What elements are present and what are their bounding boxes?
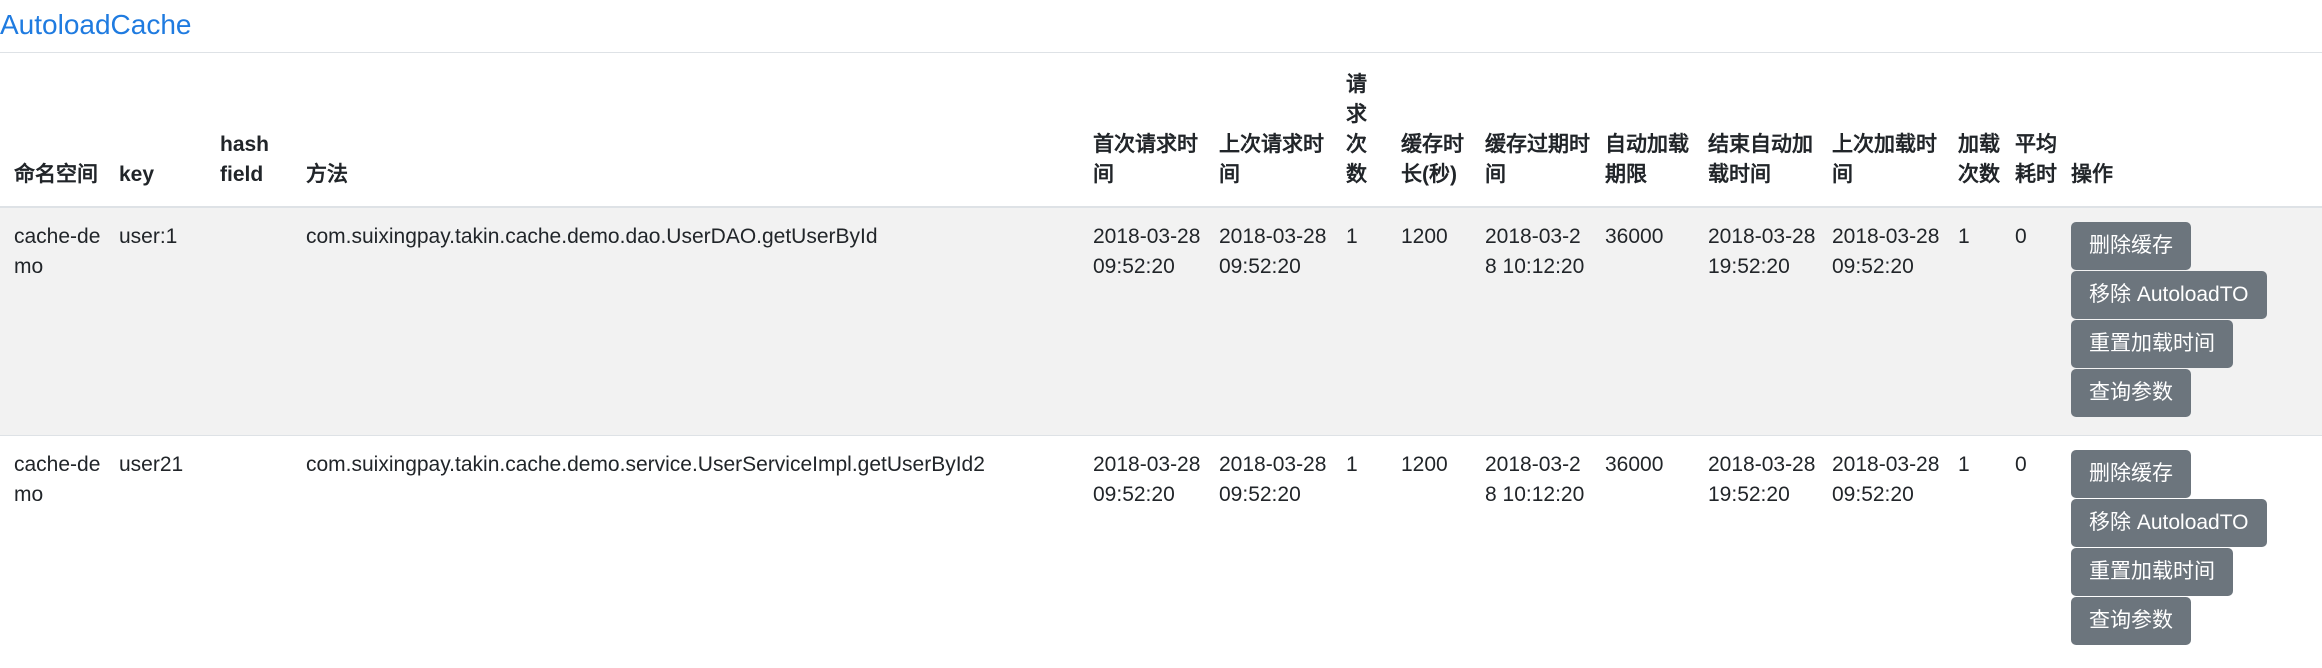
col-header-actions: 操作 bbox=[2057, 53, 2322, 208]
cell-method: com.suixingpay.takin.cache.demo.dao.User… bbox=[292, 206, 1079, 435]
cell-request-count: 1 bbox=[1332, 206, 1387, 435]
col-header-autoload-end-time: 结束自动加载时间 bbox=[1694, 53, 1818, 208]
col-header-label: 命名空间 bbox=[14, 163, 98, 186]
col-header-label: 结束自动加载时间 bbox=[1708, 133, 1813, 186]
cell-first-request-time: 2018-03-28 09:52:20 bbox=[1079, 206, 1205, 435]
query-params-button[interactable]: 查询参数 bbox=[2071, 369, 2191, 417]
col-header-expire-time: 缓存过期时间 bbox=[1471, 53, 1591, 208]
table-row: cache-demo user:1 com.suixingpay.takin.c… bbox=[0, 206, 2322, 435]
cell-hash-field bbox=[206, 206, 292, 435]
cell-method: com.suixingpay.takin.cache.demo.service.… bbox=[292, 434, 1079, 665]
col-header-autoload-period: 自动加载期限 bbox=[1591, 53, 1694, 208]
cell-autoload-period: 36000 bbox=[1591, 434, 1694, 665]
brand-link[interactable]: AutoloadCache bbox=[0, 8, 191, 42]
remove-autoloadto-button[interactable]: 移除 AutoloadTO bbox=[2071, 498, 2267, 547]
col-header-load-count: 加载次数 bbox=[1944, 53, 2001, 208]
delete-cache-button[interactable]: 删除缓存 bbox=[2071, 449, 2191, 498]
cell-request-count: 1 bbox=[1332, 434, 1387, 665]
col-header-label: 操作 bbox=[2071, 163, 2113, 186]
cell-avg-time: 0 bbox=[2001, 434, 2057, 665]
cell-cache-duration: 1200 bbox=[1387, 434, 1471, 665]
action-buttons: 删除缓存 移除 AutoloadTO 重置加载时间 查询参数 bbox=[2071, 449, 2322, 646]
cell-expire-time: 2018-03-28 10:12:20 bbox=[1471, 206, 1591, 435]
cell-actions: 删除缓存 移除 AutoloadTO 重置加载时间 查询参数 bbox=[2057, 206, 2322, 435]
cell-last-request-time: 2018-03-28 09:52:20 bbox=[1205, 434, 1332, 665]
navbar: AutoloadCache bbox=[0, 0, 2322, 53]
remove-autoloadto-button[interactable]: 移除 AutoloadTO bbox=[2071, 271, 2267, 319]
col-header-label: 缓存时长(秒) bbox=[1401, 133, 1464, 186]
delete-cache-button[interactable]: 删除缓存 bbox=[2071, 222, 2191, 270]
col-header-label: 上次请求时间 bbox=[1219, 133, 1324, 186]
col-header-method: 方法 bbox=[292, 53, 1079, 208]
col-header-label: 缓存过期时间 bbox=[1485, 133, 1590, 186]
cell-key: user:1 bbox=[105, 206, 206, 435]
cell-autoload-end-time: 2018-03-28 19:52:20 bbox=[1694, 434, 1818, 665]
cell-key: user21 bbox=[105, 434, 206, 665]
cell-cache-duration: 1200 bbox=[1387, 206, 1471, 435]
col-header-last-load-time: 上次加载时间 bbox=[1818, 53, 1944, 208]
cell-namespace: cache-demo bbox=[0, 206, 105, 435]
col-header-namespace: 命名空间 bbox=[0, 53, 105, 208]
col-header-label: 平均耗时 bbox=[2015, 133, 2057, 186]
cell-namespace: cache-demo bbox=[0, 434, 105, 665]
col-header-label: 请求次数 bbox=[1346, 73, 1367, 186]
table-row: cache-demo user21 com.suixingpay.takin.c… bbox=[0, 434, 2322, 665]
cell-last-load-time: 2018-03-28 09:52:20 bbox=[1818, 434, 1944, 665]
cache-table: 命名空间 key hash field 方法 首次请求时间 上次请求时间 请求次… bbox=[0, 53, 2322, 665]
col-header-label: 首次请求时间 bbox=[1093, 133, 1198, 186]
col-header-label: hash field bbox=[220, 133, 270, 186]
col-header-cache-duration: 缓存时长(秒) bbox=[1387, 53, 1471, 208]
query-params-button[interactable]: 查询参数 bbox=[2071, 596, 2191, 645]
col-header-key: key bbox=[105, 53, 206, 208]
cell-avg-time: 0 bbox=[2001, 206, 2057, 435]
col-header-label: key bbox=[119, 163, 155, 186]
col-header-label: 加载次数 bbox=[1958, 133, 2000, 186]
col-header-label: 上次加载时间 bbox=[1832, 133, 1937, 186]
reset-load-time-button[interactable]: 重置加载时间 bbox=[2071, 547, 2233, 596]
cell-load-count: 1 bbox=[1944, 206, 2001, 435]
cell-last-load-time: 2018-03-28 09:52:20 bbox=[1818, 206, 1944, 435]
col-header-request-count: 请求次数 bbox=[1332, 53, 1387, 208]
cell-expire-time: 2018-03-28 10:12:20 bbox=[1471, 434, 1591, 665]
action-buttons: 删除缓存 移除 AutoloadTO 重置加载时间 查询参数 bbox=[2071, 222, 2322, 418]
col-header-last-request-time: 上次请求时间 bbox=[1205, 53, 1332, 208]
col-header-first-request-time: 首次请求时间 bbox=[1079, 53, 1205, 208]
table-header-row: 命名空间 key hash field 方法 首次请求时间 上次请求时间 请求次… bbox=[0, 53, 2322, 208]
cell-actions: 删除缓存 移除 AutoloadTO 重置加载时间 查询参数 bbox=[2057, 434, 2322, 665]
col-header-hash-field: hash field bbox=[206, 53, 292, 208]
cell-autoload-end-time: 2018-03-28 19:52:20 bbox=[1694, 206, 1818, 435]
col-header-label: 方法 bbox=[306, 163, 348, 186]
col-header-avg-time: 平均耗时 bbox=[2001, 53, 2057, 208]
reset-load-time-button[interactable]: 重置加载时间 bbox=[2071, 320, 2233, 368]
cell-first-request-time: 2018-03-28 09:52:20 bbox=[1079, 434, 1205, 665]
cell-autoload-period: 36000 bbox=[1591, 206, 1694, 435]
col-header-label: 自动加载期限 bbox=[1605, 133, 1689, 186]
cell-hash-field bbox=[206, 434, 292, 665]
cell-last-request-time: 2018-03-28 09:52:20 bbox=[1205, 206, 1332, 435]
cell-load-count: 1 bbox=[1944, 434, 2001, 665]
